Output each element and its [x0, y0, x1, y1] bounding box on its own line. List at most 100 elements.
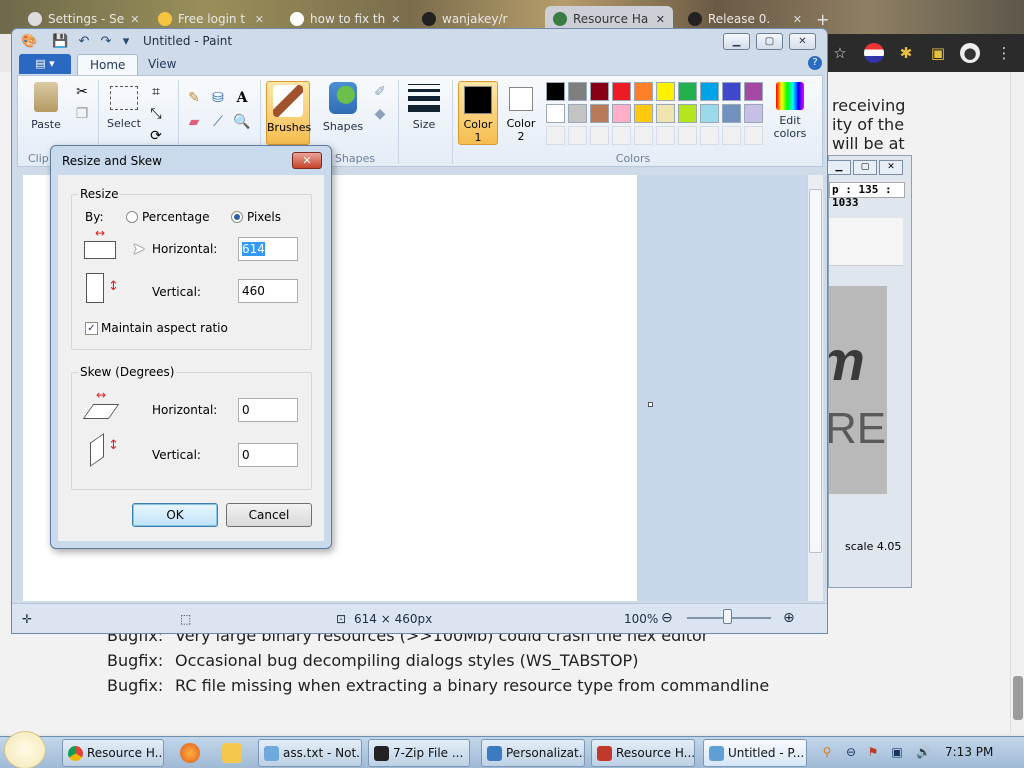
palette-swatch[interactable]: [700, 126, 719, 145]
palette-swatch[interactable]: [568, 82, 587, 101]
eraser-icon[interactable]: ▰: [184, 112, 204, 132]
paste-button[interactable]: Paste: [24, 82, 68, 131]
canvas-resize-handle[interactable]: [648, 402, 653, 407]
size-button[interactable]: Size: [404, 82, 444, 131]
brushes-button[interactable]: Brushes: [266, 81, 311, 145]
flag-tray-icon[interactable]: ⚑: [866, 745, 880, 759]
close-icon[interactable]: ✕: [656, 13, 665, 26]
maximize-icon[interactable]: ▢: [853, 160, 877, 175]
palette-swatch[interactable]: [678, 126, 697, 145]
fill-icon[interactable]: ◆: [370, 104, 390, 124]
minus-tray-icon[interactable]: ⊖: [844, 745, 858, 759]
outline-icon[interactable]: ✐: [370, 82, 390, 102]
copy-icon[interactable]: ❐: [72, 104, 92, 124]
flag-extension-icon[interactable]: [864, 43, 884, 63]
network-tray-icon[interactable]: ▣: [890, 745, 904, 759]
redo-icon[interactable]: ↷: [98, 34, 114, 50]
close-icon[interactable]: ✕: [391, 13, 400, 26]
palette-swatch[interactable]: [656, 104, 675, 123]
skew-vertical-input[interactable]: 0: [238, 443, 298, 467]
palette-swatch[interactable]: [656, 82, 675, 101]
palette-swatch[interactable]: [722, 104, 741, 123]
palette-swatch[interactable]: [722, 126, 741, 145]
palette-swatch[interactable]: [722, 82, 741, 101]
close-icon[interactable]: ✕: [879, 160, 903, 175]
save-icon[interactable]: 💾: [52, 34, 68, 50]
skew-horizontal-input[interactable]: 0: [238, 398, 298, 422]
text-tool-icon[interactable]: A: [232, 88, 252, 108]
color1-button[interactable]: Color 1: [458, 81, 498, 145]
fill-bucket-icon[interactable]: ⛁: [208, 88, 228, 108]
star-icon[interactable]: ☆: [830, 43, 850, 63]
palette-swatch[interactable]: [744, 126, 763, 145]
palette-swatch[interactable]: [590, 82, 609, 101]
pixels-label[interactable]: Pixels: [247, 210, 281, 224]
sidebar-icon[interactable]: ▣: [928, 43, 948, 63]
palette-swatch[interactable]: [590, 126, 609, 145]
palette-swatch[interactable]: [744, 104, 763, 123]
percentage-label[interactable]: Percentage: [142, 210, 210, 224]
folder-icon[interactable]: [222, 743, 242, 763]
palette-swatch[interactable]: [568, 104, 587, 123]
maintain-aspect-checkbox[interactable]: ✓: [85, 322, 98, 335]
pencil-icon[interactable]: ✎: [184, 88, 204, 108]
palette-swatch[interactable]: [546, 82, 565, 101]
maintain-aspect-label[interactable]: Maintain aspect ratio: [101, 321, 228, 335]
select-button[interactable]: Select: [104, 82, 144, 130]
taskbar-item-active[interactable]: Untitled - P...: [703, 739, 807, 767]
close-button[interactable]: ✕: [789, 33, 816, 50]
palette-swatch[interactable]: [700, 104, 719, 123]
clock[interactable]: 7:13 PM: [945, 745, 993, 759]
maximize-button[interactable]: ▢: [756, 33, 783, 50]
palette-swatch[interactable]: [700, 82, 719, 101]
browser-scroll-thumb[interactable]: [1013, 676, 1023, 720]
minimize-button[interactable]: ▁: [723, 33, 750, 50]
color2-button[interactable]: Color 2: [502, 81, 540, 145]
profile-avatar-icon[interactable]: ●: [960, 43, 980, 63]
taskbar-item[interactable]: ass.txt - Not...: [258, 739, 362, 767]
shapes-button[interactable]: Shapes: [320, 82, 366, 133]
close-icon[interactable]: ✕: [130, 13, 138, 26]
resize-vertical-input[interactable]: 460: [238, 279, 298, 303]
tab-home[interactable]: Home: [77, 54, 139, 75]
resize-icon[interactable]: ⤡: [146, 104, 166, 124]
zoom-out-icon[interactable]: ⊖: [661, 610, 673, 626]
help-button[interactable]: ?: [808, 56, 822, 70]
palette-swatch[interactable]: [546, 126, 565, 145]
cut-icon[interactable]: ✂: [72, 82, 92, 102]
edit-colors-button[interactable]: Edit colors: [768, 82, 812, 140]
scroll-thumb[interactable]: [809, 189, 822, 553]
close-icon[interactable]: ✕: [255, 13, 264, 26]
vertical-scrollbar[interactable]: [807, 175, 823, 601]
more-menu-icon[interactable]: ⋮: [994, 43, 1014, 63]
resize-horizontal-input[interactable]: 614: [238, 237, 298, 261]
taskbar-item[interactable]: Resource H...: [62, 739, 164, 767]
percentage-radio[interactable]: [126, 211, 138, 223]
crop-icon[interactable]: ⌗: [146, 82, 166, 102]
palette-swatch[interactable]: [634, 82, 653, 101]
palette-swatch[interactable]: [634, 126, 653, 145]
ok-button[interactable]: OK: [132, 503, 218, 527]
taskbar-item[interactable]: 7-Zip File ...: [368, 739, 470, 767]
zoom-in-icon[interactable]: ⊕: [783, 610, 795, 626]
palette-swatch[interactable]: [656, 126, 675, 145]
palette-swatch[interactable]: [744, 82, 763, 101]
firefox-icon[interactable]: [180, 743, 200, 763]
taskbar-item[interactable]: Personalizat...: [481, 739, 585, 767]
palette-swatch[interactable]: [612, 126, 631, 145]
tab-view[interactable]: View: [136, 54, 188, 75]
magnifier-icon[interactable]: 🔍: [232, 112, 252, 132]
zoom-slider-thumb[interactable]: [723, 609, 732, 624]
close-icon[interactable]: ✕: [793, 13, 802, 26]
browser-scrollbar[interactable]: [1010, 72, 1024, 734]
pixels-radio[interactable]: [231, 211, 243, 223]
undo-icon[interactable]: ↶: [76, 34, 92, 50]
palette-swatch[interactable]: [568, 126, 587, 145]
palette-swatch[interactable]: [612, 82, 631, 101]
palette-swatch[interactable]: [590, 104, 609, 123]
palette-swatch[interactable]: [678, 104, 697, 123]
palette-swatch[interactable]: [678, 82, 697, 101]
palette-swatch[interactable]: [546, 104, 565, 123]
extensions-puzzle-icon[interactable]: ✱: [896, 43, 916, 63]
cancel-button[interactable]: Cancel: [226, 503, 312, 527]
